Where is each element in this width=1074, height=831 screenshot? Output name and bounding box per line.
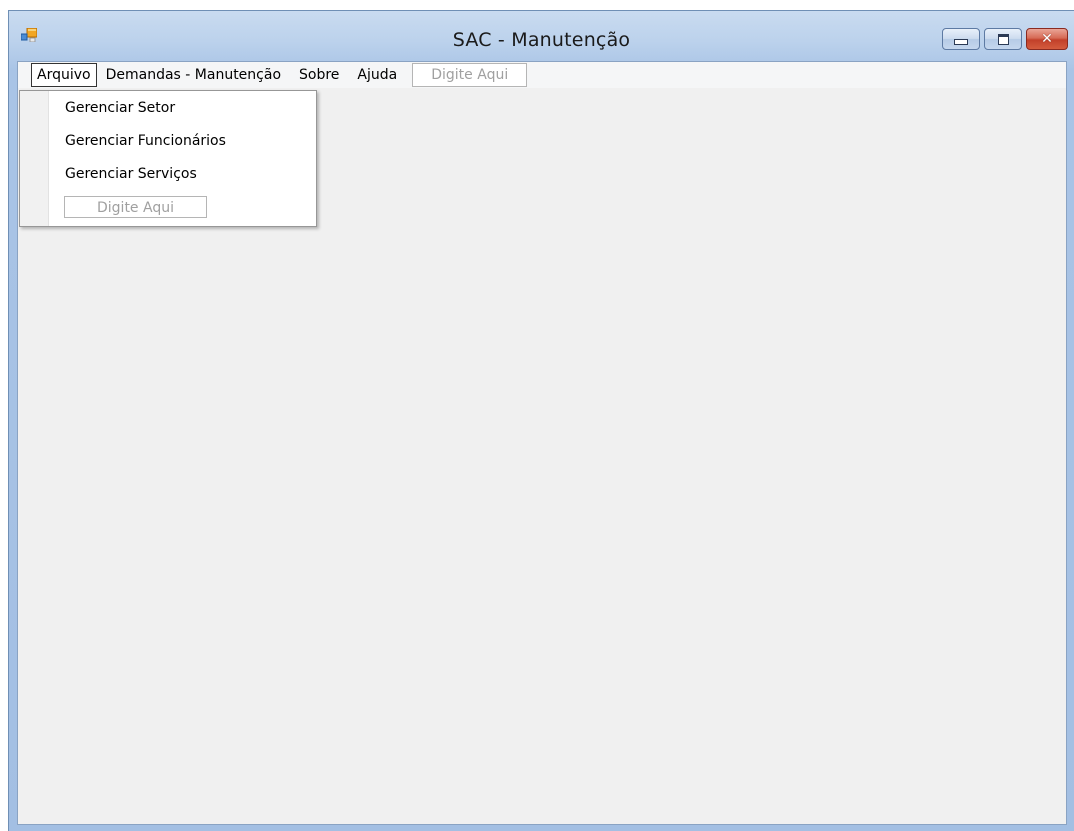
app-window: SAC - Manutenção ✕ Arquivo Demandas - Ma… — [8, 10, 1074, 831]
arquivo-dropdown-menu: Gerenciar Setor Gerenciar Funcionários G… — [19, 90, 317, 227]
close-icon: ✕ — [1041, 31, 1053, 47]
caption-buttons: ✕ — [942, 28, 1068, 50]
menu-ajuda[interactable]: Ajuda — [348, 62, 406, 88]
menu-sobre[interactable]: Sobre — [290, 62, 348, 88]
maximize-button[interactable] — [984, 28, 1022, 50]
menu-item-gerenciar-funcionarios[interactable]: Gerenciar Funcionários — [65, 133, 226, 149]
menu-image-margin — [20, 91, 49, 226]
close-button[interactable]: ✕ — [1026, 28, 1068, 50]
menu-demandas-manutencao[interactable]: Demandas - Manutenção — [97, 62, 290, 88]
title-bar[interactable]: SAC - Manutenção ✕ — [9, 11, 1074, 61]
window-title: SAC - Manutenção — [452, 29, 631, 51]
dropdown-type-here-placeholder[interactable]: Digite Aqui — [64, 196, 207, 218]
screen-edge — [0, 0, 8, 831]
menu-type-here-placeholder[interactable]: Digite Aqui — [412, 63, 528, 87]
menu-item-gerenciar-servicos[interactable]: Gerenciar Serviços — [65, 166, 197, 182]
menu-arquivo[interactable]: Arquivo — [31, 63, 97, 87]
menu-item-gerenciar-setor[interactable]: Gerenciar Setor — [65, 100, 175, 116]
maximize-icon — [997, 33, 1009, 45]
minimize-button[interactable] — [942, 28, 980, 50]
menu-bar: Arquivo Demandas - Manutenção Sobre Ajud… — [18, 62, 1066, 88]
minimize-icon — [954, 39, 968, 45]
